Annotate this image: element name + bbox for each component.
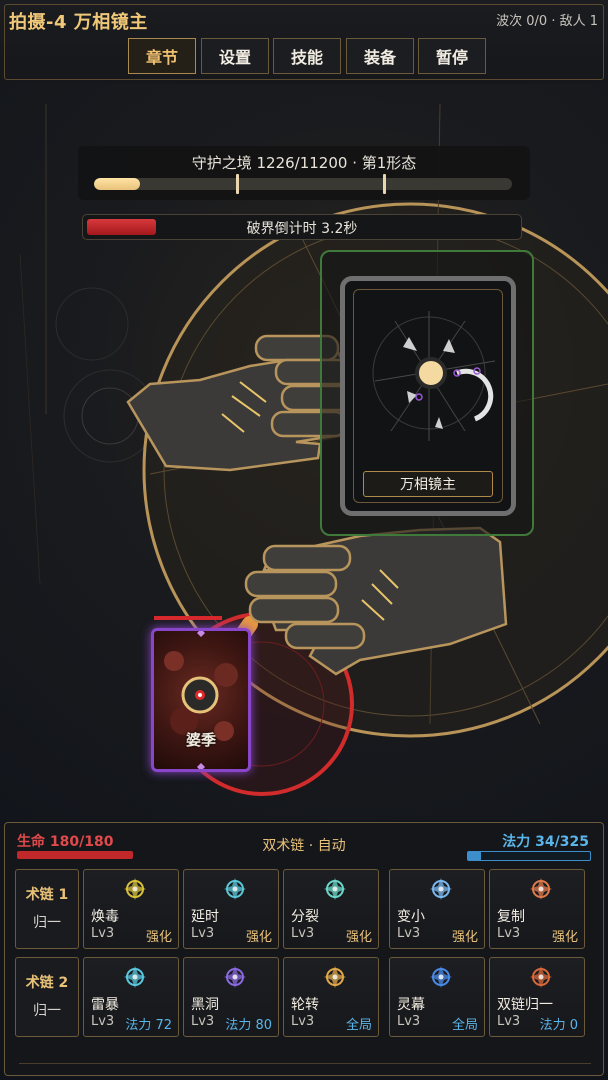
chain-title: 术链 2 xyxy=(25,975,69,991)
skill-level: Lv3 xyxy=(497,926,521,941)
skill-tag: 强化 xyxy=(345,930,372,945)
skill-level: Lv3 xyxy=(291,1014,315,1029)
hero-card-name: 婆季 xyxy=(185,731,216,749)
skill-tag: 强化 xyxy=(245,930,272,945)
chain-control-panel: 生命 180/180 双术链 · 自动 法力 34/325 术链 1 归一 焕毒 Lv… xyxy=(4,822,604,1076)
phase-marker xyxy=(383,174,386,194)
skill-level: Lv3 xyxy=(191,1014,215,1029)
skill-name: 复制 xyxy=(497,909,525,925)
skill-tag: 强化 xyxy=(451,930,478,945)
wave-enemy-counter: 波次 0/0 · 敌人 1 xyxy=(496,14,598,29)
skill-slot[interactable]: 延时 Lv3 强化 xyxy=(183,869,279,949)
skill-name: 变小 xyxy=(397,909,425,925)
skill-name: 分裂 xyxy=(291,909,319,925)
tab-pause[interactable]: 暂停 xyxy=(418,38,486,74)
skill-tag: 强化 xyxy=(145,930,172,945)
chain-title: 术链 1 xyxy=(25,887,69,903)
tab-skills[interactable]: 技能 xyxy=(273,38,341,74)
boss-hp-bar xyxy=(94,178,512,190)
chain-header-2[interactable]: 术链 2 归一 xyxy=(15,957,79,1037)
boss-status-panel: 守护之境 1226/11200 · 第1形态 xyxy=(78,146,530,200)
chain-row-1: 术链 1 归一 焕毒 Lv3 强化 延时 Lv3 强化 分裂 Lv3 强化 变小 Lv3 强化 复制 Lv3 强… xyxy=(15,869,599,949)
split-icon xyxy=(324,878,346,900)
skill-level: Lv3 xyxy=(91,1014,115,1029)
skill-level: Lv3 xyxy=(91,926,115,941)
skill-tag: 法力 80 xyxy=(225,1018,272,1033)
boss-card-nameplate: 万相镜主 xyxy=(363,471,493,497)
skill-level: Lv3 xyxy=(291,926,315,941)
dual-chain-icon xyxy=(530,966,552,988)
chain-subtitle: 归一 xyxy=(33,1003,61,1019)
skill-slot[interactable]: 双链归一 Lv3 法力 0 xyxy=(489,957,585,1037)
break-countdown-panel: 破界倒计时 3.2秒 xyxy=(82,214,522,240)
tab-equipment[interactable]: 装备 xyxy=(346,38,414,74)
skill-slot[interactable]: 轮转 Lv3 全局 xyxy=(283,957,379,1037)
panel-bottom-divider xyxy=(19,1063,591,1064)
skill-slot[interactable]: 分裂 Lv3 强化 xyxy=(283,869,379,949)
shrink-star-icon xyxy=(430,878,452,900)
skill-name: 灵幕 xyxy=(397,997,425,1013)
spirit-curtain-icon xyxy=(430,966,452,988)
skill-tag: 强化 xyxy=(551,930,578,945)
skill-tag: 法力 0 xyxy=(539,1018,578,1033)
skill-slot[interactable]: 灵幕 Lv3 全局 xyxy=(389,957,485,1037)
skill-slot[interactable]: 雷暴 Lv3 法力 72 xyxy=(83,957,179,1037)
skill-tag: 全局 xyxy=(451,1018,478,1033)
skill-name: 延时 xyxy=(191,909,219,925)
skill-slot[interactable]: 焕毒 Lv3 强化 xyxy=(83,869,179,949)
break-countdown-text: 破界倒计时 3.2秒 xyxy=(246,221,358,237)
skill-slot[interactable]: 变小 Lv3 强化 xyxy=(389,869,485,949)
skill-name: 黑洞 xyxy=(191,997,219,1013)
chain-row-2: 术链 2 归一 雷暴 Lv3 法力 72 黑洞 Lv3 法力 80 轮转 Lv3 全局 灵幕 Lv3 全局… xyxy=(15,957,599,1037)
copy-gem-icon xyxy=(530,878,552,900)
phase-marker xyxy=(236,174,239,194)
skill-level: Lv3 xyxy=(397,926,421,941)
skill-level: Lv3 xyxy=(191,926,215,941)
poison-rune-icon xyxy=(124,878,146,900)
boss-hp-fill xyxy=(94,178,140,190)
tab-chapter[interactable]: 章节 xyxy=(128,38,196,74)
top-bar: 拍摄-4 万相镜主 波次 0/0 · 敌人 1 章节 设置 技能 装备 暂停 xyxy=(0,0,608,84)
rotation-icon xyxy=(324,966,346,988)
battle-arena[interactable]: 守护之境 1226/11200 · 第1形态 破界倒计时 3.2秒 万相镜主 婆… xyxy=(0,84,608,820)
chain-header-1[interactable]: 术链 1 归一 xyxy=(15,869,79,949)
player-mp-bar xyxy=(467,851,591,861)
hero-card[interactable]: 婆季 xyxy=(151,628,251,772)
chain-subtitle: 归一 xyxy=(33,915,61,931)
skill-level: Lv3 xyxy=(397,1014,421,1029)
thunder-icon xyxy=(124,966,146,988)
black-hole-icon xyxy=(224,966,246,988)
skill-name: 雷暴 xyxy=(91,997,119,1013)
skill-level: Lv3 xyxy=(497,1014,521,1029)
player-mp-label: 法力 34/325 xyxy=(502,834,589,850)
skill-slot[interactable]: 复制 Lv3 强化 xyxy=(489,869,585,949)
hero-hp-bar xyxy=(154,616,222,620)
stage-title: 拍摄-4 万相镜主 xyxy=(9,12,148,33)
tab-settings[interactable]: 设置 xyxy=(201,38,269,74)
skill-name: 双链归一 xyxy=(497,997,553,1013)
skill-tag: 法力 72 xyxy=(125,1018,172,1033)
boss-card[interactable]: 万相镜主 xyxy=(340,276,516,516)
player-mp-fill xyxy=(468,852,481,860)
skill-tag: 全局 xyxy=(345,1018,372,1033)
skill-name: 焕毒 xyxy=(91,909,119,925)
delay-crystal-icon xyxy=(224,878,246,900)
skill-name: 轮转 xyxy=(291,997,319,1013)
skill-slot[interactable]: 黑洞 Lv3 法力 80 xyxy=(183,957,279,1037)
boss-status-text: 守护之境 1226/11200 · 第1形态 xyxy=(191,154,417,172)
